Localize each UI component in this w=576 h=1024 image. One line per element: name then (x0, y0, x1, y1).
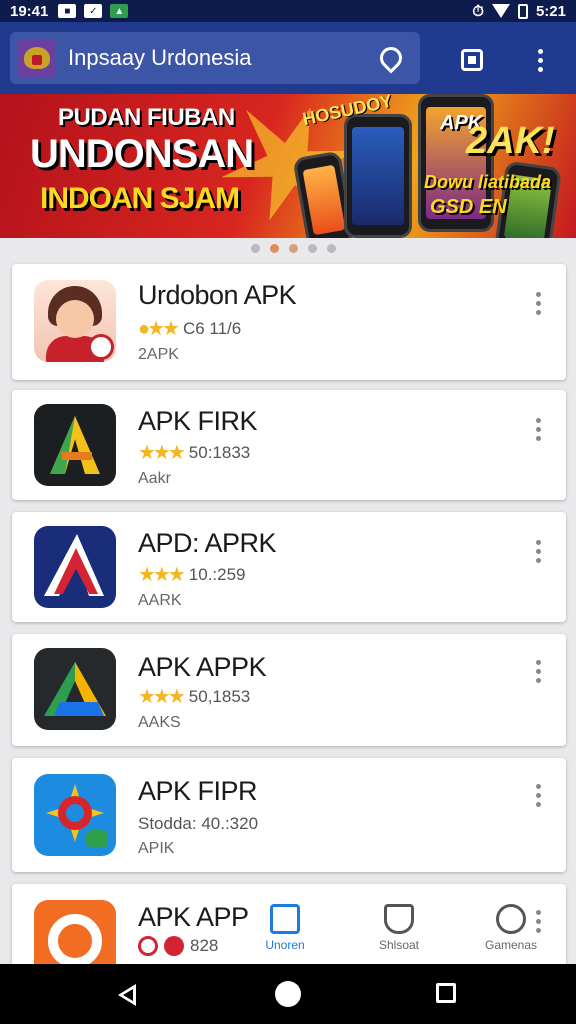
location-pin-icon[interactable] (375, 42, 407, 74)
recents-button[interactable] (436, 983, 456, 1003)
check-notification-icon: ✓ (84, 4, 103, 18)
carousel-dot[interactable] (307, 244, 317, 253)
app-name: APD: APRK (138, 528, 277, 558)
app-rating-text: 10.:259 (188, 564, 246, 584)
more-vert-icon[interactable] (536, 418, 542, 441)
search-bar[interactable]: Inpsaay Urdonesia (10, 32, 420, 84)
app-card[interactable]: APD: APRK ★★★ 10.:259 AARK (12, 512, 566, 622)
app-rating: Stodda: 40.:320 (138, 814, 258, 834)
app-card[interactable]: APK APPK ★★★ 50,1853 AAKS (12, 634, 566, 746)
app-rating-text: C6 11/6 (182, 318, 242, 338)
home-button[interactable] (275, 981, 301, 1007)
star-rating-icon: ★★★ (138, 686, 186, 708)
star-rating-icon: ●★★ (138, 318, 180, 340)
app-name: APK FIPR (138, 776, 258, 806)
wifi-icon (491, 4, 510, 18)
app-subtitle: 2APK (138, 346, 179, 363)
app-rating: ●★★ C6 11/6 (138, 316, 241, 341)
shield-icon (384, 904, 414, 934)
system-navigation-bar (0, 964, 576, 1024)
nav-label: Shlsoat (378, 938, 420, 952)
drive-app-icon (34, 648, 116, 730)
carousel-dot[interactable] (288, 244, 298, 253)
banner-tag-big: 2AK! (466, 120, 555, 162)
alarm-icon: ⏱ (472, 2, 484, 20)
banner-tag-bottom: GSD EN (430, 196, 507, 218)
app-name: Urdobon APK (138, 280, 297, 310)
star-rating-icon: ★★★ (138, 442, 186, 464)
app-card[interactable]: APK FIPR Stodda: 40.:320 APIK (12, 758, 566, 872)
app-subtitle: AARK (138, 592, 182, 609)
more-vert-icon[interactable] (536, 540, 542, 563)
bottom-navigation: Unoren Shlsoat Gamenas (240, 898, 576, 964)
app-rating: 828 (138, 936, 218, 956)
app-name: APK FIRK (138, 406, 258, 436)
phone-image (344, 114, 412, 238)
app-card[interactable]: Urdobon APK ●★★ C6 11/6 2APK (12, 264, 566, 380)
app-logo-icon (18, 39, 56, 77)
app-rating-text: 828 (190, 936, 219, 955)
app-subtitle: AAKS (138, 714, 181, 731)
status-time: 19:41 (10, 2, 49, 20)
app-bar: Inpsaay Urdonesia (0, 22, 576, 94)
cast-icon (461, 49, 483, 71)
app-subtitle: Aakr (138, 470, 171, 487)
carousel-dot[interactable] (250, 244, 260, 253)
app-name: APK APPK (138, 652, 267, 682)
more-vert-icon[interactable] (536, 660, 542, 683)
a-logo-app-icon (34, 404, 116, 486)
nav-label: Unoren (265, 938, 305, 952)
app-rating: ★★★ 50,1853 (138, 684, 250, 709)
a-logo-app-icon (34, 526, 116, 608)
overflow-menu-button[interactable] (522, 42, 558, 78)
settings-app-icon (34, 900, 116, 964)
status-bar: 19:41 ■ ✓ ▲ ⏱ 5:21 (0, 0, 576, 22)
home-icon (270, 904, 300, 934)
app-rating-text: Stodda: 40.:320 (138, 814, 259, 833)
games-icon (496, 904, 526, 934)
more-vert-icon[interactable] (536, 292, 542, 315)
banner-line3: INDOAN SJAM (40, 182, 240, 215)
banner-line1: PUDAN FIUBAN (58, 104, 235, 131)
app-rating-text: 50,1853 (188, 686, 251, 706)
back-button[interactable] (118, 984, 136, 1006)
badge-icon (164, 936, 184, 956)
app-rating: ★★★ 10.:259 (138, 562, 246, 587)
nav-label: Gamenas (484, 938, 538, 952)
nav-item-home[interactable]: Unoren (240, 904, 330, 952)
app-name: APK APP (138, 902, 249, 932)
status-right-text: 5:21 (535, 2, 566, 20)
star-rating-icon: ★★★ (138, 564, 186, 586)
battery-icon (517, 3, 528, 19)
star-app-icon (34, 774, 116, 856)
more-vert-icon[interactable] (536, 784, 542, 807)
app-rating: ★★★ 50:1833 (138, 440, 250, 465)
carousel-indicator (0, 244, 576, 258)
banner-line2: UNDONSAN (30, 132, 254, 176)
avatar-app-icon (34, 280, 116, 362)
nav-item-games[interactable]: Gamenas (466, 904, 556, 952)
app-title: Inpsaay Urdonesia (68, 45, 252, 70)
nav-item-shield[interactable]: Shlsoat (354, 904, 444, 952)
carousel-dot-active[interactable] (269, 244, 279, 253)
cast-button[interactable] (454, 42, 490, 78)
banner-tag-mid: Dowu liatibada (424, 172, 552, 192)
app-notification-icon: ▲ (110, 4, 129, 18)
app-rating-text: 50:1833 (188, 442, 251, 462)
notification-icon: ■ (58, 4, 77, 18)
badge-icon (138, 936, 158, 956)
app-subtitle: APIK (138, 840, 175, 857)
app-card[interactable]: APK FIRK ★★★ 50:1833 Aakr (12, 390, 566, 500)
carousel-dot[interactable] (326, 244, 336, 253)
